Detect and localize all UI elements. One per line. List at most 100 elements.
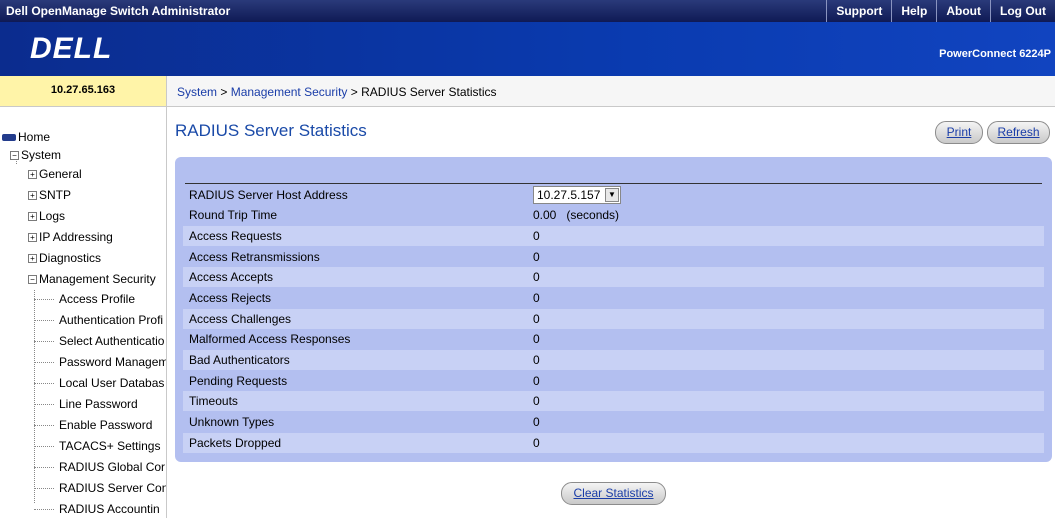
device-ip-box: 10.27.65.163 <box>0 76 167 107</box>
sidebar-item-management-security[interactable]: − Management Security <box>28 272 156 286</box>
expand-icon: + <box>28 254 37 264</box>
logout-link[interactable]: Log Out <box>990 0 1055 22</box>
stat-value: 0 <box>533 436 540 450</box>
sidebar-item-local-user-database[interactable]: Local User Databas <box>59 376 164 390</box>
sidebar-item-label: System <box>21 148 62 162</box>
stat-value: 0 <box>533 374 540 388</box>
breadcrumb: System > Management Security > RADIUS Se… <box>167 76 1055 107</box>
sidebar-item-label: Home <box>18 130 51 144</box>
stat-label: Pending Requests <box>189 374 288 388</box>
sidebar-item-radius-accounting[interactable]: RADIUS Accountin <box>59 502 160 516</box>
refresh-button[interactable]: Refresh <box>987 121 1050 144</box>
breadcrumb-current: RADIUS Server Statistics <box>361 85 497 99</box>
stat-value: 0 <box>533 229 540 243</box>
stat-label: Access Retransmissions <box>189 250 320 264</box>
top-nav: Support Help About Log Out <box>826 0 1055 22</box>
expand-icon: + <box>28 212 37 222</box>
sidebar-tree: Home − System + General + SNTP + Logs + IP Ad… <box>0 107 167 518</box>
divider <box>185 183 1042 184</box>
expand-icon: + <box>28 191 37 201</box>
sidebar-item-enable-password[interactable]: Enable Password <box>59 418 152 432</box>
stat-row: Timeouts 0 <box>183 391 1044 411</box>
host-address-select[interactable]: 10.27.5.157 ▼ <box>533 186 621 204</box>
print-button[interactable]: Print <box>935 121 983 144</box>
sidebar-item-access-profile[interactable]: Access Profile <box>59 292 135 306</box>
host-address-value: 10.27.5.157 <box>537 188 601 202</box>
about-link[interactable]: About <box>936 0 990 22</box>
sidebar-item-line-password[interactable]: Line Password <box>59 397 138 411</box>
expand-icon: + <box>28 170 37 180</box>
sidebar-item-label: Diagnostics <box>39 251 102 265</box>
stat-row: Pending Requests 0 <box>183 371 1044 391</box>
page-title: RADIUS Server Statistics <box>175 121 367 140</box>
stat-label: Access Accepts <box>189 270 274 284</box>
sidebar-item-tacacs-settings[interactable]: TACACS+ Settings <box>59 439 160 453</box>
stat-value: 0 <box>533 415 540 429</box>
sidebar-item-label: Logs <box>39 209 66 223</box>
host-address-row: RADIUS Server Host Address 10.27.5.157 ▼ <box>183 185 1044 205</box>
stat-row: Access Retransmissions 0 <box>183 247 1044 267</box>
stat-value: 0 <box>533 250 540 264</box>
support-link[interactable]: Support <box>826 0 891 22</box>
top-title-bar: Dell OpenManage Switch Administrator Sup… <box>0 0 1055 22</box>
stat-row: Unknown Types 0 <box>183 412 1044 432</box>
sidebar-item-label: Management Security <box>39 272 156 286</box>
stat-value: 0 <box>533 291 540 305</box>
host-address-label: RADIUS Server Host Address <box>189 188 348 202</box>
sidebar-item-system[interactable]: − System <box>10 148 61 162</box>
breadcrumb-system[interactable]: System <box>177 85 217 99</box>
stat-label: Access Requests <box>189 229 282 243</box>
breadcrumb-management-security[interactable]: Management Security <box>231 85 348 99</box>
stat-label: Timeouts <box>189 394 238 408</box>
stat-value: 0 <box>533 312 540 326</box>
banner: DELL PowerConnect 6224P <box>0 22 1055 76</box>
stat-value: 0 <box>533 332 540 346</box>
breadcrumb-separator: > <box>217 85 231 99</box>
stat-row: Access Challenges 0 <box>183 309 1044 329</box>
sidebar-item-authentication-profile[interactable]: Authentication Profi <box>59 313 163 327</box>
sidebar-item-ip-addressing[interactable]: + IP Addressing <box>28 230 113 244</box>
stat-value: 0 <box>533 353 540 367</box>
sidebar-item-diagnostics[interactable]: + Diagnostics <box>28 251 101 265</box>
sidebar-item-label: IP Addressing <box>39 230 113 244</box>
stat-label: Packets Dropped <box>189 436 282 450</box>
sidebar-item-radius-server-config[interactable]: RADIUS Server Con <box>59 481 166 495</box>
stat-value: 0.00 (seconds) <box>533 208 620 222</box>
stat-row: Packets Dropped 0 <box>183 433 1044 453</box>
sidebar-item-home[interactable]: Home <box>2 130 50 144</box>
home-icon <box>2 134 16 142</box>
collapse-icon: − <box>28 275 37 285</box>
dell-logo: DELL <box>30 32 113 65</box>
stat-row: Access Accepts 0 <box>183 267 1044 287</box>
stat-label: Access Rejects <box>189 291 272 305</box>
stat-label: Round Trip Time <box>189 208 278 222</box>
sidebar-item-radius-global-config[interactable]: RADIUS Global Cor <box>59 460 165 474</box>
sidebar-item-general[interactable]: + General <box>28 167 82 181</box>
sidebar-item-label: General <box>39 167 82 181</box>
breadcrumb-separator: > <box>347 85 362 99</box>
sidebar-item-sntp[interactable]: + SNTP <box>28 188 71 202</box>
sidebar-item-select-authentication[interactable]: Select Authenticatio <box>59 334 164 348</box>
statistics-panel: RADIUS Server Host Address 10.27.5.157 ▼… <box>175 157 1052 462</box>
stat-label: Unknown Types <box>189 415 275 429</box>
clear-statistics-button[interactable]: Clear Statistics <box>561 482 666 505</box>
stat-value: 0 <box>533 394 540 408</box>
device-model: PowerConnect 6224P <box>939 48 1051 60</box>
sidebar-item-logs[interactable]: + Logs <box>28 209 65 223</box>
stat-row: Malformed Access Responses 0 <box>183 329 1044 349</box>
chevron-down-icon: ▼ <box>605 188 619 202</box>
stat-row: Access Rejects 0 <box>183 288 1044 308</box>
help-link[interactable]: Help <box>891 0 936 22</box>
stat-label: Access Challenges <box>189 312 292 326</box>
stat-value: 0 <box>533 270 540 284</box>
app-title: Dell OpenManage Switch Administrator <box>6 4 231 18</box>
stat-label: Bad Authenticators <box>189 353 290 367</box>
stat-label: Malformed Access Responses <box>189 332 351 346</box>
sidebar-item-label: SNTP <box>39 188 72 202</box>
expand-icon: + <box>28 233 37 243</box>
stat-row: Bad Authenticators 0 <box>183 350 1044 370</box>
collapse-icon: − <box>10 151 19 161</box>
sidebar-item-password-management[interactable]: Password Managem <box>59 355 166 369</box>
stat-row: Round Trip Time 0.00 (seconds) <box>183 205 1044 225</box>
stat-row: Access Requests 0 <box>183 226 1044 246</box>
